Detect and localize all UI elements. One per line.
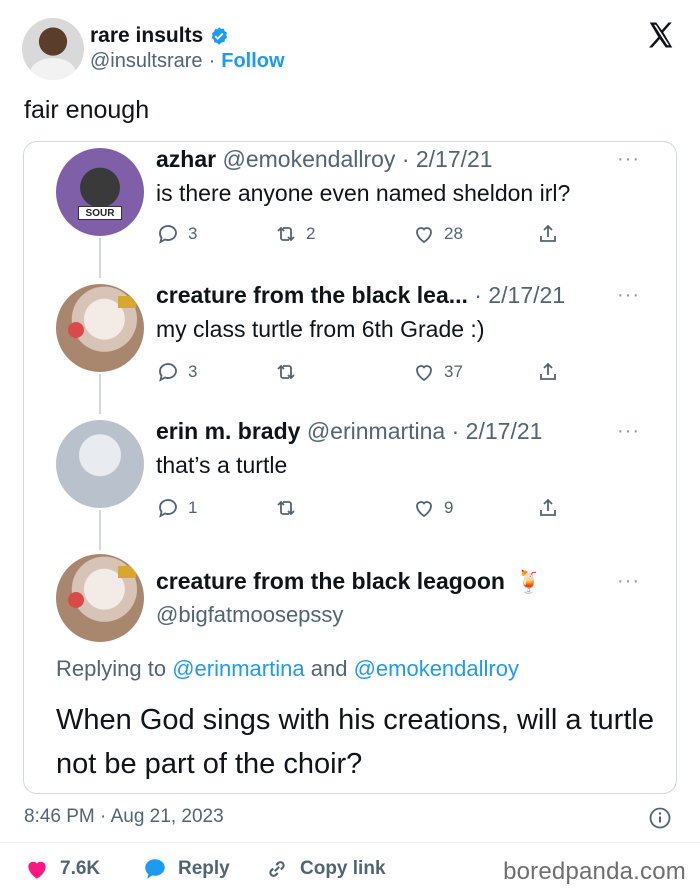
verified-badge-icon [211, 27, 228, 45]
handle-separator: · [208, 50, 216, 72]
reply-date: · 2/17/21 [451, 418, 543, 444]
reply-actions: 3 37 [156, 360, 576, 388]
like-count: 7.6K [60, 858, 101, 879]
reply-avatar[interactable] [56, 420, 144, 508]
reply-avatar[interactable]: SOUR [56, 148, 144, 236]
author-avatar[interactable] [22, 18, 84, 80]
like-button[interactable]: 37 [412, 360, 463, 384]
retweet-icon [277, 364, 295, 380]
mention-link[interactable]: @erinmartina [172, 656, 304, 681]
tweet-text: fair enough [24, 96, 150, 124]
reply-count-button[interactable]: 3 [156, 222, 197, 246]
watermark: boredpanda.com [503, 858, 686, 885]
share-button[interactable] [536, 222, 560, 246]
info-icon[interactable] [648, 806, 672, 830]
retweet-icon [277, 500, 295, 516]
heart-icon [28, 861, 46, 879]
comment-icon [159, 225, 177, 244]
tweet-footer: 7.6K Reply Copy link boredpanda.com [0, 852, 700, 892]
heart-icon [416, 501, 432, 518]
cocktail-emoji-icon: 🍹 [514, 568, 543, 594]
retweet-button[interactable] [274, 496, 298, 520]
reply-text: my class turtle from 6th Grade :) [156, 316, 485, 342]
more-options-icon[interactable]: ··· [617, 284, 640, 307]
reply-count-button[interactable]: 1 [156, 496, 197, 520]
quoted-image-card[interactable]: SOUR azhar @emokendallroy · 2/17/21 ··· … [23, 141, 677, 794]
more-options-icon[interactable]: ··· [617, 570, 640, 593]
more-options-icon[interactable]: ··· [617, 148, 640, 171]
reply-count-button[interactable]: 3 [156, 360, 197, 384]
copy-link-button[interactable]: Copy link [264, 856, 386, 882]
reply-date: · 2/17/21 [401, 146, 493, 172]
link-icon [269, 861, 285, 877]
reply-text: that’s a turtle [156, 452, 288, 478]
share-button[interactable] [536, 360, 560, 384]
reply-name[interactable]: creature from the black lea... [156, 282, 468, 308]
reply-actions: 3 2 28 [156, 222, 576, 250]
retweet-button[interactable]: 2 [274, 222, 315, 246]
reply-handle[interactable]: @emokendallroy [222, 146, 395, 172]
tweet-header: rare insults @insultsrare · Follow [0, 0, 700, 90]
reply-header: erin m. brady @erinmartina · 2/17/21 [156, 418, 542, 445]
reply-header: creature from the black lea... · 2/17/21 [156, 282, 565, 309]
more-options-icon[interactable]: ··· [617, 420, 640, 443]
reply-button[interactable]: Reply [142, 856, 230, 882]
heart-icon [416, 365, 432, 382]
thread-line [99, 374, 101, 414]
share-icon [540, 224, 556, 242]
reply-handle[interactable]: @bigfatmoosepssy [156, 602, 343, 628]
mention-link[interactable]: @emokendallroy [354, 656, 519, 681]
reply-bubble-icon [145, 859, 165, 879]
share-icon [540, 498, 556, 516]
comment-icon [159, 499, 177, 518]
reply-name[interactable]: creature from the black leagoon [156, 568, 505, 595]
thread-line [99, 510, 101, 550]
reply-actions: 1 9 [156, 496, 576, 524]
reply-avatar[interactable] [56, 554, 144, 642]
reply-name[interactable]: azhar [156, 146, 216, 172]
heart-icon [416, 227, 432, 244]
share-icon [540, 362, 556, 380]
x-logo-icon[interactable] [646, 20, 676, 50]
like-button[interactable]: 7.6K [24, 856, 100, 882]
avatar-badge: SOUR [78, 206, 122, 220]
reply-label: Reply [178, 858, 230, 879]
reply-handle[interactable]: @erinmartina [307, 418, 445, 444]
reply-header: azhar @emokendallroy · 2/17/21 [156, 146, 493, 173]
author-handle[interactable]: @insultsrare [90, 50, 203, 73]
retweet-button[interactable] [274, 360, 298, 384]
replying-to: Replying to @erinmartina and @emokendall… [56, 656, 519, 681]
reply-avatar[interactable] [56, 284, 144, 372]
like-button[interactable]: 9 [412, 496, 453, 520]
author-name[interactable]: rare insults [90, 24, 203, 48]
share-button[interactable] [536, 496, 560, 520]
reply-text: is there anyone even named sheldon irl? [156, 180, 571, 206]
final-reply-header: creature from the black leagoon 🍹 [156, 568, 542, 595]
thread-line [99, 238, 101, 278]
copy-link-label: Copy link [300, 858, 386, 879]
follow-button[interactable]: Follow [221, 50, 284, 73]
final-reply-text: When God sings with his creations, will … [56, 704, 654, 780]
retweet-icon [277, 226, 295, 242]
divider [0, 842, 700, 843]
tweet-timestamp[interactable]: 8:46 PM · Aug 21, 2023 [24, 806, 224, 828]
like-button[interactable]: 28 [412, 222, 463, 246]
reply-date: · 2/17/21 [474, 282, 566, 308]
reply-name[interactable]: erin m. brady [156, 418, 300, 444]
comment-icon [159, 363, 177, 382]
